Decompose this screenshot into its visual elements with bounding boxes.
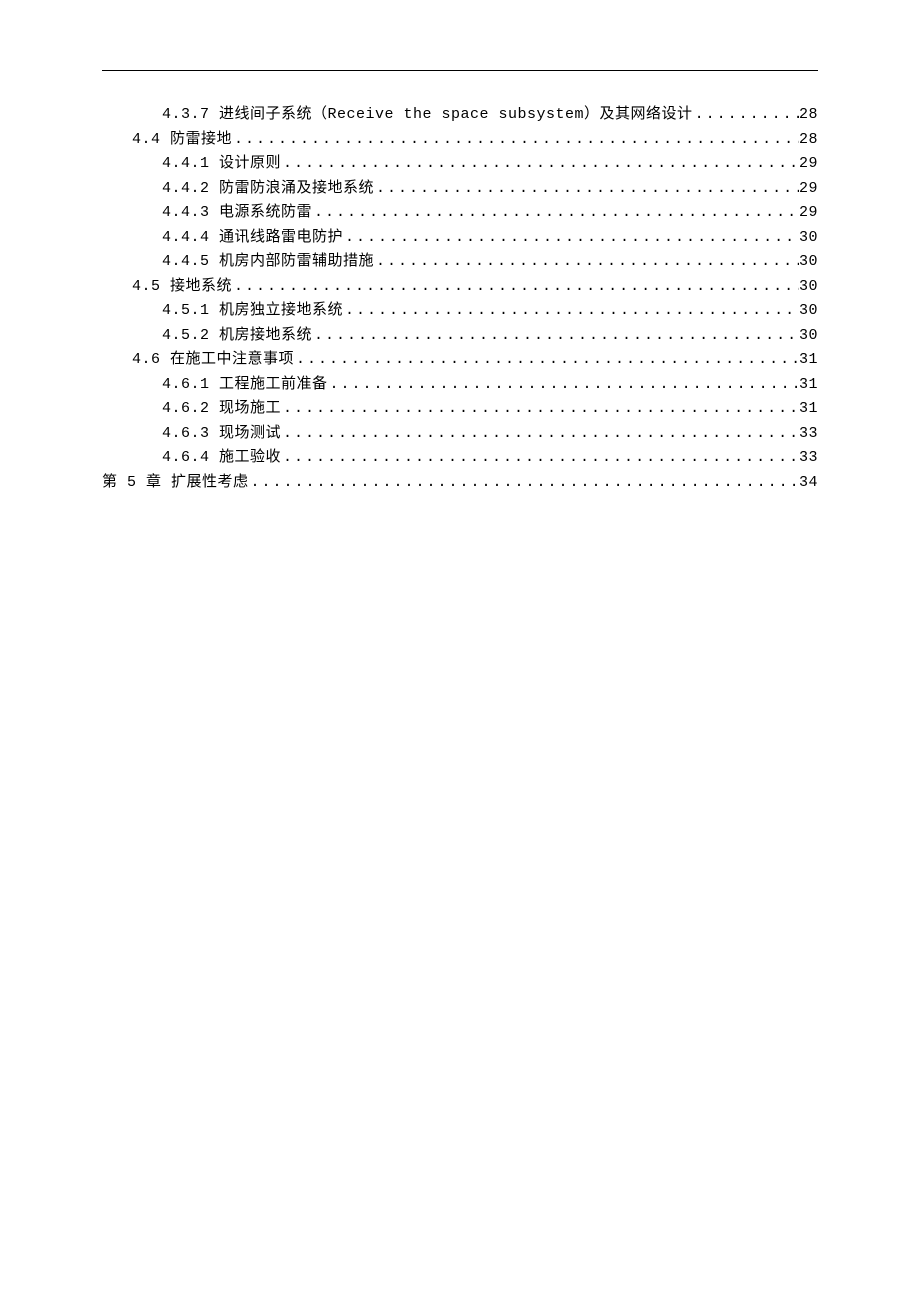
toc-entry-title: 4.5.2 机房接地系统 [162, 324, 312, 349]
document-page: 4.3.7 进线间子系统（Receive the space subsystem… [0, 0, 920, 1302]
toc-leader-dots [693, 103, 799, 128]
toc-leader-dots [281, 422, 799, 447]
toc-entry: 4.5.1 机房独立接地系统 30 [102, 299, 818, 324]
toc-entry-page: 33 [799, 422, 818, 447]
toc-entry: 4.6.3 现场测试 33 [102, 422, 818, 447]
toc-entry-title: 4.5 接地系统 [132, 275, 232, 300]
toc-entry-title: 4.6.1 工程施工前准备 [162, 373, 328, 398]
toc-entry: 4.6.4 施工验收 33 [102, 446, 818, 471]
toc-entry: 4.4.2 防雷防浪涌及接地系统 29 [102, 177, 818, 202]
toc-entry-page: 30 [799, 299, 818, 324]
toc-entry-title: 4.5.1 机房独立接地系统 [162, 299, 343, 324]
toc-entry-title: 4.6.2 现场施工 [162, 397, 281, 422]
toc-entry-title: 4.6.4 施工验收 [162, 446, 281, 471]
toc-entry: 4.6.2 现场施工 31 [102, 397, 818, 422]
toc-leader-dots [232, 275, 799, 300]
toc-entry-page: 31 [799, 397, 818, 422]
toc-entry: 4.6 在施工中注意事项 31 [102, 348, 818, 373]
toc-entry: 4.4.3 电源系统防雷 29 [102, 201, 818, 226]
toc-entry: 4.6.1 工程施工前准备 31 [102, 373, 818, 398]
toc-entry: 4.3.7 进线间子系统（Receive the space subsystem… [102, 103, 818, 128]
toc-leader-dots [281, 446, 799, 471]
toc-leader-dots [281, 152, 799, 177]
toc-entry-page: 30 [799, 324, 818, 349]
toc-entry-page: 31 [799, 373, 818, 398]
toc-entry-page: 30 [799, 226, 818, 251]
toc-entry-page: 29 [799, 177, 818, 202]
toc-leader-dots [294, 348, 799, 373]
toc-entry-page: 33 [799, 446, 818, 471]
toc-leader-dots [312, 201, 799, 226]
toc-entry-title: 4.4.3 电源系统防雷 [162, 201, 312, 226]
toc-leader-dots [312, 324, 799, 349]
toc-leader-dots [328, 373, 799, 398]
toc-entry-title: 4.3.7 进线间子系统（Receive the space subsystem… [162, 103, 693, 128]
toc-entry-page: 28 [799, 128, 818, 153]
toc-entry-page: 30 [799, 250, 818, 275]
toc-entry: 4.5 接地系统 30 [102, 275, 818, 300]
toc-entry-page: 30 [799, 275, 818, 300]
toc-entry-page: 29 [799, 152, 818, 177]
toc-leader-dots [374, 250, 799, 275]
toc-entry: 4.4.4 通讯线路雷电防护 30 [102, 226, 818, 251]
toc-leader-dots [343, 226, 799, 251]
toc-leader-dots [249, 471, 799, 496]
toc-entry-page: 28 [799, 103, 818, 128]
toc-entry: 4.4 防雷接地 28 [102, 128, 818, 153]
toc-entry-page: 29 [799, 201, 818, 226]
toc-entry: 4.5.2 机房接地系统 30 [102, 324, 818, 349]
toc-leader-dots [343, 299, 799, 324]
table-of-contents: 4.3.7 进线间子系统（Receive the space subsystem… [102, 103, 818, 495]
toc-entry: 4.4.1 设计原则 29 [102, 152, 818, 177]
toc-leader-dots [281, 397, 799, 422]
toc-entry-title: 4.4.1 设计原则 [162, 152, 281, 177]
toc-entry-page: 34 [799, 471, 818, 496]
toc-entry: 第 5 章 扩展性考虑 34 [102, 471, 818, 496]
toc-leader-dots [374, 177, 799, 202]
toc-entry-page: 31 [799, 348, 818, 373]
header-rule [102, 70, 818, 71]
toc-entry-title: 4.6 在施工中注意事项 [132, 348, 294, 373]
toc-entry-title: 4.4.5 机房内部防雷辅助措施 [162, 250, 374, 275]
toc-entry-title: 第 5 章 扩展性考虑 [102, 471, 249, 496]
toc-entry: 4.4.5 机房内部防雷辅助措施 30 [102, 250, 818, 275]
toc-entry-title: 4.4.4 通讯线路雷电防护 [162, 226, 343, 251]
toc-entry-title: 4.6.3 现场测试 [162, 422, 281, 447]
toc-leader-dots [232, 128, 799, 153]
toc-entry-title: 4.4 防雷接地 [132, 128, 232, 153]
toc-entry-title: 4.4.2 防雷防浪涌及接地系统 [162, 177, 374, 202]
